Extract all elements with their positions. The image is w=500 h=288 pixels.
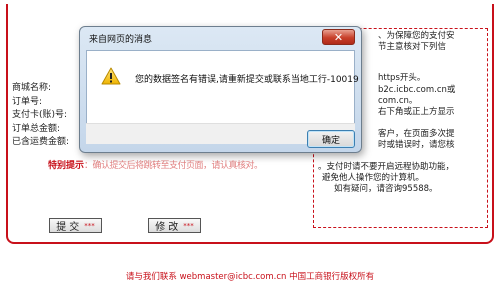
modify-button-label: 修改 xyxy=(155,222,182,233)
order-info-labels: 商城名称: 订单号: 支付卡(账)号: 订单总金额: 已含运费金额: xyxy=(12,82,69,150)
dialog-close-button[interactable]: ✕ xyxy=(322,29,355,45)
footer-email-link[interactable]: webmaster@icbc.com.cn xyxy=(180,272,287,282)
notice-line: 如有疑问，请咨询95588。 xyxy=(334,184,438,194)
notice-line: 节主意核对下列信 xyxy=(378,42,447,52)
shipping-fee-label: 已含运费金额: xyxy=(12,137,70,147)
special-note: 特别提示：确认提交后将跳转至支付页面，请认真核对。 xyxy=(48,158,263,171)
warning-icon xyxy=(101,67,121,85)
card-number-label: 支付卡(账)号: xyxy=(12,110,68,120)
notice-line: 、为保障您的支付安 xyxy=(378,31,455,41)
submit-button-stars: *** xyxy=(84,221,95,230)
dialog-title: 来自网页的消息 xyxy=(89,35,153,45)
order-number-label: 订单号: xyxy=(12,96,43,107)
special-note-text: ：确认提交后将跳转至支付页面，请认真核对。 xyxy=(84,161,263,171)
notice-line: com.cn。 xyxy=(378,96,418,106)
dialog-message: 您的数据签名有错误,请重新提交或联系当地工行-10019 xyxy=(135,75,359,85)
notice-line: 时或错误时，请您核 xyxy=(378,140,455,150)
modify-button[interactable]: 修改 *** xyxy=(148,218,201,233)
notice-line: https开头。 xyxy=(378,73,426,83)
submit-button[interactable]: 提交 *** xyxy=(49,218,102,233)
submit-button-label: 提交 xyxy=(56,222,83,233)
notice-line: b2c.icbc.com.cn或 xyxy=(378,85,456,95)
ok-button[interactable]: 确定 xyxy=(307,130,355,148)
merchant-name-label: 商城名称: xyxy=(12,83,52,93)
alert-dialog: 来自网页的消息 ✕ 您的数据签名有错误,请重新提交或联系当地工行-10019 确… xyxy=(79,26,362,153)
footer-contact-text: 请与我们联系 xyxy=(125,272,177,282)
close-icon: ✕ xyxy=(333,30,344,44)
notice-line: 右下角或正上方显示 xyxy=(378,107,455,117)
notice-line: 客户，在页面多次提 xyxy=(378,129,455,139)
modify-button-stars: *** xyxy=(183,221,194,230)
footer-copyright: 中国工商银行版权所有 xyxy=(289,272,375,282)
page-footer: 请与我们联系 webmaster@icbc.com.cn 中国工商银行版权所有 xyxy=(0,270,500,282)
special-note-title: 特别提示 xyxy=(48,161,85,171)
notice-line: 避免他人操作您的计算机。 xyxy=(322,173,425,183)
notice-line: 。支付时请不要开启远程协助功能， xyxy=(318,162,455,172)
order-total-label: 订单总金额: xyxy=(12,123,61,134)
ok-button-label: 确定 xyxy=(321,135,340,146)
